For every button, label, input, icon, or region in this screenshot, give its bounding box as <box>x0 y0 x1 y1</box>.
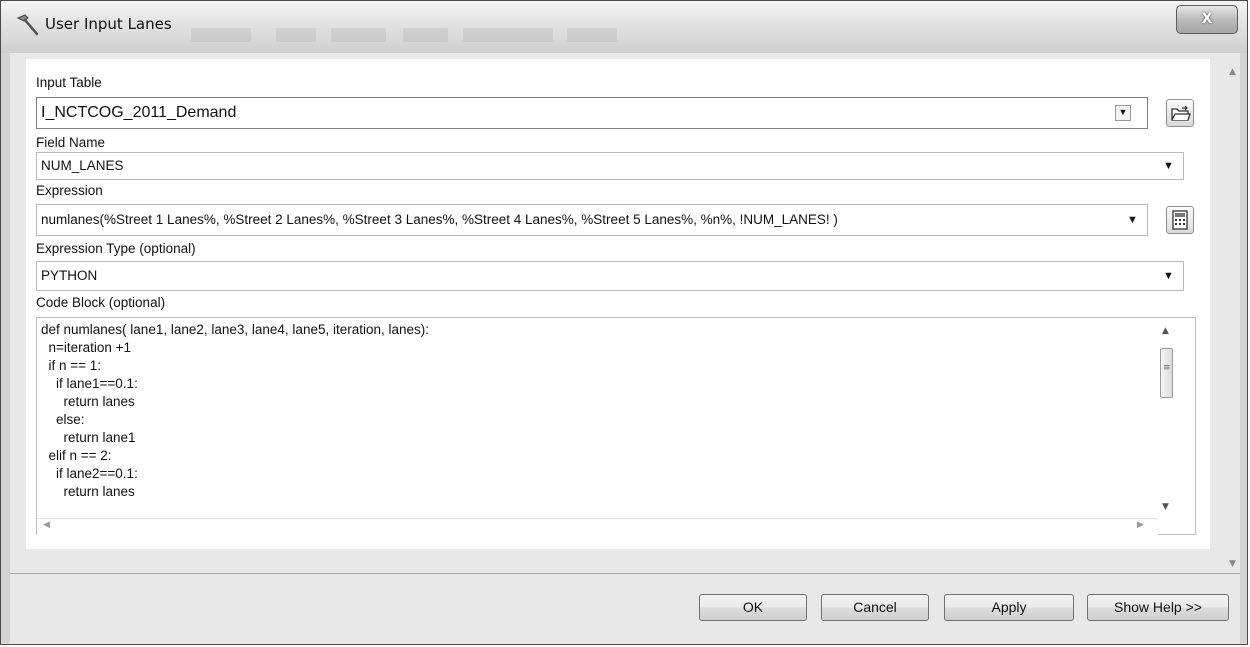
chevron-down-icon[interactable]: ▼ <box>1163 160 1174 172</box>
apply-button[interactable]: Apply <box>944 594 1074 621</box>
chevron-down-icon[interactable]: ▼ <box>1115 105 1131 121</box>
title-bar[interactable]: User Input Lanes X <box>1 1 1247 53</box>
chevron-down-icon[interactable]: ▼ <box>1163 270 1174 282</box>
code-line: elif n == 2: <box>41 448 112 463</box>
input-table-value: I_NCTCOG_2011_Demand <box>41 104 237 121</box>
chevron-down-icon[interactable]: ▼ <box>1127 214 1138 226</box>
form-vertical-scrollbar[interactable]: ▲ ▼ <box>1226 59 1240 571</box>
browse-button[interactable] <box>1166 99 1194 127</box>
scroll-up-icon[interactable]: ▲ <box>1162 326 1169 336</box>
field-name-combobox[interactable]: NUM_LANES ▼ <box>36 152 1184 180</box>
close-button[interactable]: X <box>1176 5 1238 34</box>
scroll-up-icon[interactable]: ▲ <box>1229 67 1236 77</box>
code-vertical-scrollbar[interactable]: ▲ ≡ ▼ <box>1158 318 1175 518</box>
open-folder-icon <box>1171 105 1191 121</box>
parameters-panel: Input Table I_NCTCOG_2011_Demand ▼ Field… <box>26 59 1210 549</box>
expression-type-label: Expression Type (optional) <box>36 241 196 256</box>
scroll-down-icon[interactable]: ▼ <box>1229 559 1236 569</box>
form-area: Input Table I_NCTCOG_2011_Demand ▼ Field… <box>10 53 1240 573</box>
input-table-label: Input Table <box>36 75 102 90</box>
code-line: if lane1==0.1: <box>41 376 138 391</box>
expression-label: Expression <box>36 183 103 198</box>
ok-button[interactable]: OK <box>699 594 807 621</box>
scroll-left-icon[interactable]: ◀ <box>43 520 50 530</box>
cancel-button[interactable]: Cancel <box>821 594 929 621</box>
dialog-window: User Input Lanes X Input Table I_NCTCOG_… <box>0 0 1248 645</box>
show-help-button[interactable]: Show Help >> <box>1087 594 1229 621</box>
code-line: if n == 1: <box>41 358 102 373</box>
button-bar: OK Cancel Apply Show Help >> <box>10 573 1240 644</box>
input-table-combobox[interactable]: I_NCTCOG_2011_Demand ▼ <box>36 97 1148 129</box>
expression-builder-button[interactable] <box>1166 206 1194 234</box>
calculator-icon <box>1172 210 1188 230</box>
expression-combobox[interactable]: numlanes(%Street 1 Lanes%, %Street 2 Lan… <box>36 204 1148 236</box>
scroll-right-icon[interactable]: ▶ <box>1137 520 1144 530</box>
field-name-label: Field Name <box>36 135 106 150</box>
expression-type-value: PYTHON <box>41 268 98 283</box>
field-name-value: NUM_LANES <box>41 158 124 173</box>
hammer-icon <box>16 14 39 36</box>
code-block-textarea[interactable]: def numlanes( lane1, lane2, lane3, lane4… <box>36 317 1196 535</box>
grip-icon: ≡ <box>1163 363 1171 373</box>
window-title: User Input Lanes <box>45 15 172 33</box>
scroll-down-icon[interactable]: ▼ <box>1162 502 1169 512</box>
code-line: return lanes <box>41 394 135 409</box>
code-line: return lane1 <box>41 430 136 445</box>
code-line: def numlanes( lane1, lane2, lane3, lane4… <box>41 322 430 337</box>
code-line: n=iteration +1 <box>41 340 132 355</box>
expression-type-combobox[interactable]: PYTHON ▼ <box>36 261 1184 291</box>
left-border <box>1 53 10 643</box>
code-line: return lanes <box>41 484 135 499</box>
code-line: else: <box>41 412 85 427</box>
close-icon: X <box>1201 11 1213 27</box>
expression-value: numlanes(%Street 1 Lanes%, %Street 2 Lan… <box>41 212 838 227</box>
code-block-label: Code Block (optional) <box>36 295 166 310</box>
code-horizontal-scrollbar[interactable]: ◀ ▶ <box>37 518 1158 535</box>
code-line: if lane2==0.1: <box>41 466 138 481</box>
scrollbar-thumb[interactable]: ≡ <box>1160 348 1173 398</box>
